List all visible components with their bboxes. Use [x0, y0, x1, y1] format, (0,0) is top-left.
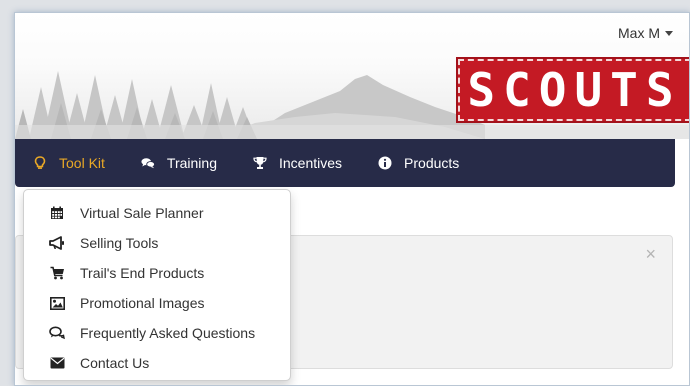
- shopping-cart-icon: [48, 266, 66, 280]
- chat-bubbles-icon: [141, 156, 155, 170]
- close-icon[interactable]: ×: [645, 244, 656, 265]
- nav-label: Products: [404, 155, 460, 171]
- menu-item-promotional-images[interactable]: Promotional Images: [24, 288, 290, 318]
- nav-products[interactable]: Products: [360, 139, 477, 187]
- bullhorn-icon: [48, 236, 66, 250]
- envelope-icon: [48, 356, 66, 370]
- logo-text: SCOUTS: [467, 63, 682, 117]
- user-name: Max M: [618, 25, 660, 41]
- nav-tool-kit[interactable]: Tool Kit: [15, 139, 123, 187]
- lightbulb-icon: [33, 156, 47, 170]
- nav-incentives[interactable]: Incentives: [235, 139, 360, 187]
- nav-label: Incentives: [278, 155, 343, 171]
- menu-item-label: Selling Tools: [80, 235, 159, 251]
- menu-item-label: Trail's End Products: [80, 265, 205, 281]
- menu-item-virtual-sale-planner[interactable]: Virtual Sale Planner: [24, 198, 290, 228]
- info-circle-icon: [378, 156, 392, 170]
- tool-kit-dropdown: Virtual Sale Planner Selling Tools Trail…: [23, 189, 291, 381]
- nav-training[interactable]: Training: [123, 139, 235, 187]
- menu-item-label: Virtual Sale Planner: [80, 205, 204, 221]
- menu-item-label: Contact Us: [80, 355, 150, 371]
- caret-down-icon: [665, 30, 673, 36]
- menu-item-selling-tools[interactable]: Selling Tools: [24, 228, 290, 258]
- main-navbar: Tool Kit Training Incentives Products: [15, 139, 675, 187]
- calendar-icon: [48, 206, 66, 220]
- site-header: Max M SCOUTS: [15, 13, 689, 139]
- scouts-logo: SCOUTS: [456, 57, 689, 123]
- trophy-icon: [253, 156, 267, 170]
- question-bubble-icon: [48, 326, 66, 340]
- menu-item-contact-us[interactable]: Contact Us: [24, 348, 290, 378]
- user-menu-toggle[interactable]: Max M: [618, 25, 673, 41]
- nav-label: Training: [166, 155, 217, 171]
- app-window: Max M SCOUTS Tool Kit Training Incentive…: [14, 12, 690, 386]
- menu-item-trails-end-products[interactable]: Trail's End Products: [24, 258, 290, 288]
- image-icon: [48, 296, 66, 310]
- menu-item-label: Frequently Asked Questions: [80, 325, 256, 341]
- menu-item-faq[interactable]: Frequently Asked Questions: [24, 318, 290, 348]
- nav-label: Tool Kit: [59, 155, 105, 171]
- menu-item-label: Promotional Images: [80, 295, 205, 311]
